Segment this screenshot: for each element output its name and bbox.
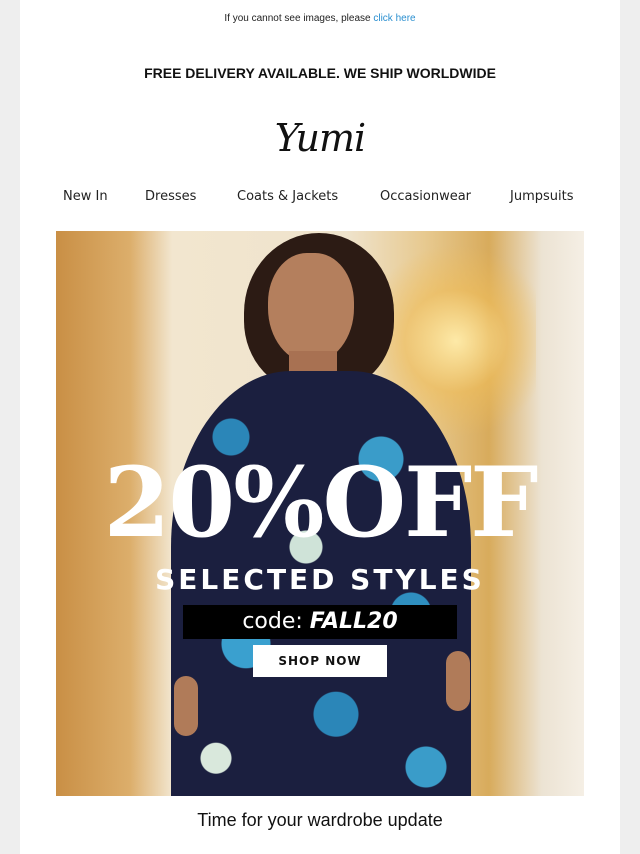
nav-item-jumpsuits[interactable]: Jumpsuits xyxy=(510,189,573,204)
selected-styles-text: SELECTED STYLES xyxy=(155,563,485,596)
promo-code-value: FALL20 xyxy=(309,609,398,634)
delivery-banner: FREE DELIVERY AVAILABLE. WE SHIP WORLDWI… xyxy=(144,65,496,81)
tagline: Time for your wardrobe update xyxy=(197,810,443,830)
nav-item-dresses[interactable]: Dresses xyxy=(145,189,196,204)
model-hand-left xyxy=(174,676,198,736)
click-here-link[interactable]: click here xyxy=(373,13,415,24)
shop-now-button[interactable]: SHOP NOW xyxy=(253,645,387,677)
main-nav: New In Dresses Coats & Jackets Occasionw… xyxy=(20,189,620,207)
email-container: If you cannot see images, please click h… xyxy=(20,0,620,854)
brand-logo[interactable]: Yumi xyxy=(20,114,620,162)
promo-code-label: code: xyxy=(242,609,310,634)
discount-headline: 20%OFF xyxy=(103,446,539,559)
nav-item-occasionwear[interactable]: Occasionwear xyxy=(380,189,471,204)
nav-item-coats-jackets[interactable]: Coats & Jackets xyxy=(237,189,338,204)
hero-banner[interactable]: 20%OFF SELECTED STYLES code: FALL20 SHOP… xyxy=(56,231,584,796)
preheader-text: If you cannot see images, please xyxy=(224,13,374,24)
model-face xyxy=(268,253,354,363)
model-hand-right xyxy=(446,651,470,711)
promo-code-box: code: FALL20 xyxy=(183,605,457,639)
nav-item-new-in[interactable]: New In xyxy=(63,189,108,204)
preheader: If you cannot see images, please click h… xyxy=(20,13,620,24)
